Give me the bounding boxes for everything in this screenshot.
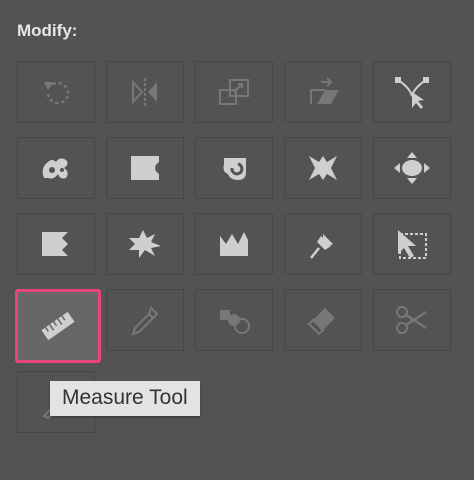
puppet-warp-tool-button[interactable] xyxy=(106,213,184,275)
measure-icon xyxy=(41,311,75,341)
reflect-tool-button[interactable] xyxy=(106,61,184,123)
wrinkle-icon xyxy=(42,232,68,256)
measure-tool-button[interactable] xyxy=(15,289,101,363)
warp-icon xyxy=(398,230,427,259)
eyedropper-tool-button[interactable] xyxy=(106,289,184,351)
panel-title: Modify: xyxy=(17,21,78,40)
scissors-tool-button[interactable] xyxy=(373,289,451,351)
reshape-tool-button[interactable] xyxy=(373,61,451,123)
pucker-tool-button[interactable] xyxy=(106,137,184,199)
eyedropper-icon xyxy=(131,306,159,336)
shear-icon xyxy=(310,77,339,104)
crystallize-tool-button[interactable] xyxy=(373,137,451,199)
scale-icon xyxy=(219,79,249,105)
crystallize-icon xyxy=(394,152,430,184)
eraser-icon xyxy=(307,308,335,336)
pucker-icon xyxy=(131,156,159,180)
scallop-icon xyxy=(309,156,337,180)
width-tool-icon xyxy=(310,234,333,259)
scale-tool-button[interactable] xyxy=(195,61,273,123)
scallop-tool-button[interactable] xyxy=(284,137,362,199)
rotate-icon xyxy=(44,81,70,105)
bloat-tool-button[interactable] xyxy=(195,137,273,199)
tooltip: Measure Tool xyxy=(50,381,200,416)
twirl-icon xyxy=(42,158,68,179)
shape-builder-tool-button[interactable] xyxy=(195,289,273,351)
warp-tool-button[interactable] xyxy=(373,213,451,275)
free-transform-icon xyxy=(220,232,248,256)
twirl-tool-button[interactable] xyxy=(17,137,95,199)
eraser-tool-button[interactable] xyxy=(284,289,362,351)
reshape-icon xyxy=(395,77,429,109)
rotate-tool-button[interactable] xyxy=(17,61,95,123)
reflect-icon xyxy=(132,78,157,106)
width-tool-button[interactable] xyxy=(284,213,362,275)
shear-tool-button[interactable] xyxy=(284,61,362,123)
puppet-warp-icon xyxy=(129,230,161,258)
bloat-icon xyxy=(223,158,246,180)
scissors-icon xyxy=(396,306,427,334)
wrinkle-tool-button[interactable] xyxy=(17,213,95,275)
free-transform-tool-button[interactable] xyxy=(195,213,273,275)
shape-builder-icon xyxy=(220,310,250,334)
